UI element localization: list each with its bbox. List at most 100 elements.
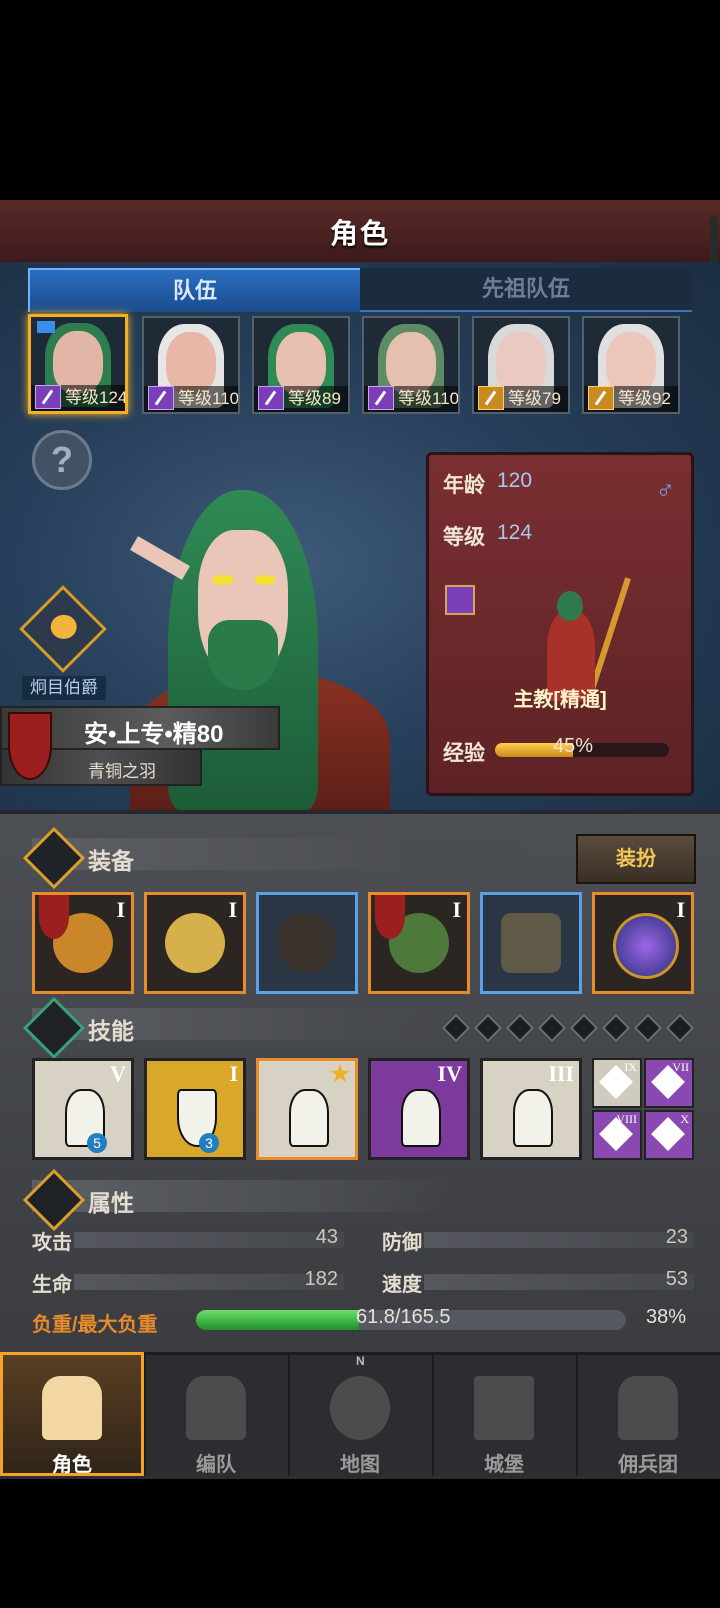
party-member-5[interactable]: 等级79: [472, 316, 570, 414]
nav-label: 角色: [52, 1454, 92, 1476]
crystal-figure-icon: [289, 1089, 329, 1147]
tab-team[interactable]: 队伍: [28, 268, 362, 312]
skill-2[interactable]: I 3: [144, 1058, 246, 1160]
dress-up-button[interactable]: 装扮: [576, 834, 696, 884]
nav-castle[interactable]: 城堡: [432, 1352, 578, 1476]
party-member-1[interactable]: 等级124: [28, 314, 128, 414]
passive-tier: IX: [624, 1060, 637, 1074]
compass-north-label: N: [356, 1354, 365, 1368]
nav-mercenary[interactable]: 佣兵团: [576, 1352, 720, 1476]
skill-tier: IV: [437, 1061, 462, 1086]
portrait-face: [166, 332, 216, 394]
passive-skill-3[interactable]: VIII: [592, 1110, 642, 1160]
passive-tier: VIII: [616, 1112, 637, 1126]
exp-value: 45%: [553, 735, 594, 757]
skill-1[interactable]: V 5: [32, 1058, 134, 1160]
help-icon[interactable]: ?: [32, 430, 92, 490]
passive-skill-1[interactable]: IX: [592, 1058, 642, 1108]
guild-banner-icon: [8, 712, 52, 780]
nav-label: 地图: [340, 1454, 380, 1476]
nav-map[interactable]: 地图: [288, 1352, 434, 1476]
hero-beard: [208, 620, 278, 690]
load-value: 61.8/165.5: [356, 1306, 451, 1328]
tab-ancestor-team[interactable]: 先祖队伍: [360, 268, 692, 312]
portrait-face: [386, 332, 436, 394]
party-member-4[interactable]: 等级110: [362, 316, 460, 414]
nav-formation[interactable]: 编队: [144, 1352, 290, 1476]
hero-eye: [212, 575, 234, 585]
hood-icon: [277, 913, 337, 973]
attack-value: 43: [315, 1226, 338, 1248]
male-icon: ♂: [655, 475, 676, 505]
equip-slot-3[interactable]: [256, 892, 358, 994]
age-value: 120: [497, 469, 533, 492]
compass-icon: [330, 1376, 390, 1440]
skill-tier: V: [110, 1061, 126, 1086]
attack-label: 攻击: [32, 1232, 72, 1254]
party-member-2[interactable]: 等级110: [142, 316, 240, 414]
level-label: 等级: [443, 526, 485, 549]
equip-tier: I: [116, 897, 125, 922]
hero-name: 安•上专•精80: [84, 721, 224, 748]
equipment-label: 装备: [88, 848, 134, 874]
staff-icon: [35, 385, 61, 409]
banner-flag-icon: [375, 895, 405, 939]
party-member-3[interactable]: 等级89: [252, 316, 350, 414]
knight-icon: [42, 1376, 102, 1440]
skill-star-icon: ★: [330, 1061, 350, 1086]
passive-skill-2[interactable]: VII: [644, 1058, 694, 1108]
hero-title: 炯目伯爵: [22, 676, 106, 700]
life-value: 182: [304, 1268, 338, 1290]
crystal-hand-icon: [513, 1089, 553, 1147]
staff-icon: [258, 386, 284, 410]
skills-label: 技能: [88, 1018, 134, 1044]
portrait-face: [276, 332, 326, 394]
staff-icon: [478, 386, 504, 410]
equip-tier: I: [676, 897, 685, 922]
level-value: 124: [497, 521, 533, 544]
hero-eye: [254, 575, 276, 585]
passive-tier: VII: [672, 1060, 689, 1074]
skill-5[interactable]: III: [480, 1058, 582, 1160]
staff-icon: [368, 386, 394, 410]
age-label: 年龄: [443, 474, 485, 497]
portrait-face: [496, 332, 546, 394]
class-name: 主教[精通]: [513, 689, 607, 711]
attributes-label: 属性: [88, 1190, 134, 1216]
skill-3[interactable]: ★: [256, 1058, 358, 1160]
equip-tier: I: [228, 897, 237, 922]
tome-icon: [165, 913, 225, 973]
mercenary-icon: [618, 1376, 678, 1440]
equip-tier: I: [452, 897, 461, 922]
party-member-6[interactable]: 等级92: [582, 316, 680, 414]
equip-slot-4[interactable]: I: [368, 892, 470, 994]
equip-slot-1[interactable]: I: [32, 892, 134, 994]
defense-label: 防御: [382, 1232, 422, 1254]
load-bar-fill: [196, 1310, 360, 1330]
portrait-face: [606, 332, 656, 394]
staff-icon: [588, 386, 614, 410]
nav-label: 佣兵团: [618, 1454, 678, 1476]
leader-flag-icon: [37, 321, 55, 333]
nav-label: 城堡: [484, 1454, 524, 1476]
nav-character[interactable]: 角色: [0, 1352, 146, 1476]
passive-skill-4[interactable]: X: [644, 1110, 694, 1160]
boots-icon: [501, 913, 561, 973]
staff-icon: [148, 386, 174, 410]
hero-guild: 青铜之羽: [88, 762, 156, 781]
class-staff-icon: [445, 585, 475, 615]
skill-badge: 3: [199, 1133, 219, 1153]
header-bar: 角色: [0, 200, 720, 264]
defense-value: 23: [665, 1226, 688, 1248]
equip-slot-5[interactable]: [480, 892, 582, 994]
portrait-face: [53, 331, 103, 393]
equip-slot-2[interactable]: I: [144, 892, 246, 994]
load-label: 负重/最大负重: [32, 1314, 158, 1336]
hero-info-card: 年龄 120 ♂ 等级 124 主教[精通] 经验 45%: [426, 452, 694, 796]
equip-slot-6[interactable]: I: [592, 892, 694, 994]
skill-4[interactable]: IV: [368, 1058, 470, 1160]
skill-tier: I: [229, 1061, 238, 1086]
speed-label: 速度: [382, 1274, 422, 1296]
passive-tier: X: [680, 1112, 689, 1126]
load-percent: 38%: [646, 1306, 687, 1328]
